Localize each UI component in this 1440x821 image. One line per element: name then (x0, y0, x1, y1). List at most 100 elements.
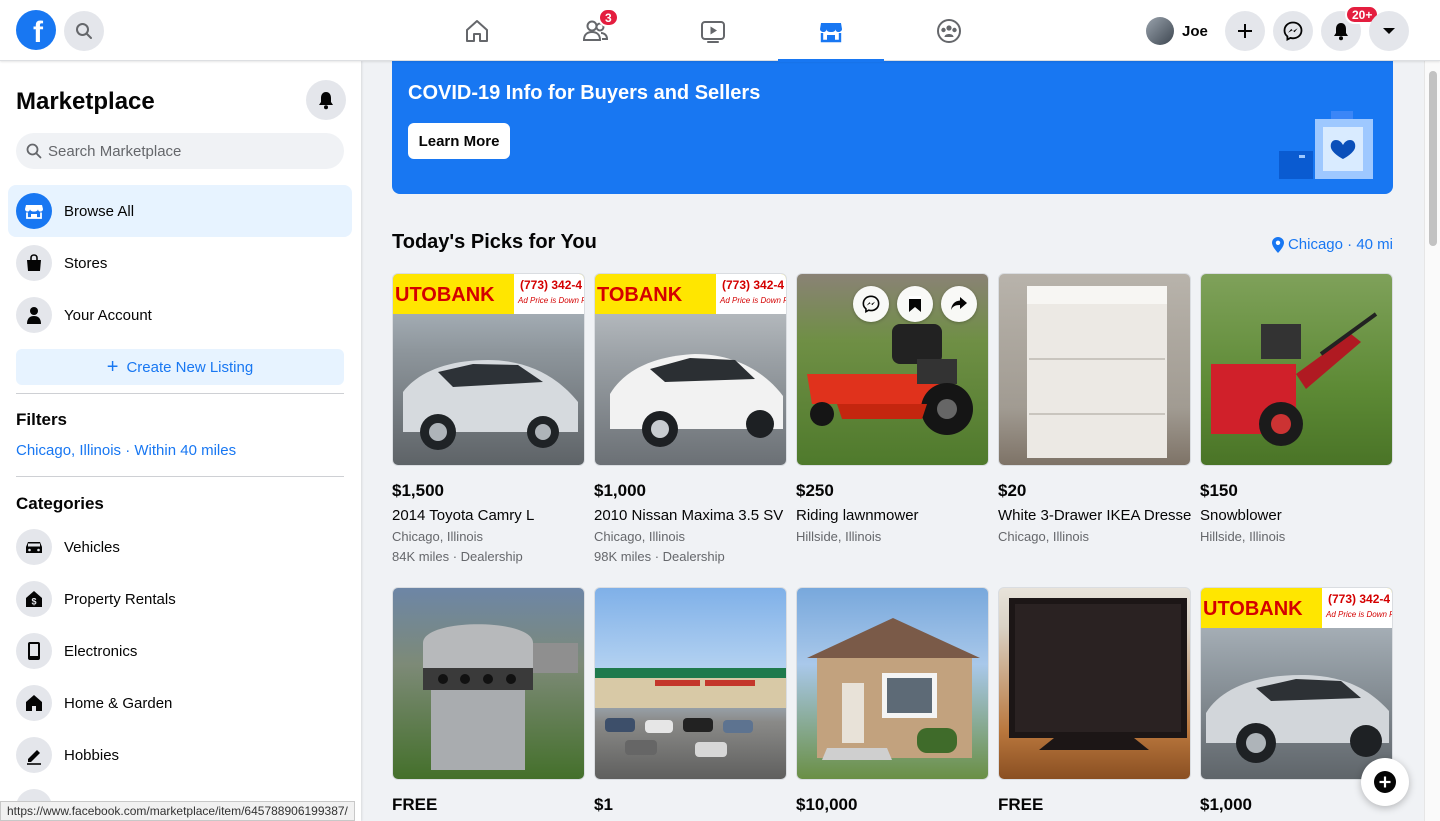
location-radius-link[interactable]: Chicago · 40 mi (1271, 236, 1393, 253)
search-button[interactable] (64, 11, 104, 51)
share-icon (951, 297, 967, 310)
account-menu-button[interactable] (1369, 11, 1409, 51)
listing-card[interactable]: TOBANK (773) 342-4Ad Price is Down Payme… (594, 273, 787, 564)
marketplace-notifications-button[interactable] (306, 80, 346, 120)
category-electronics[interactable]: Electronics (8, 625, 352, 677)
listing-price: $1,000 (594, 481, 646, 500)
person-icon (16, 297, 52, 333)
listing-card[interactable]: $250 Riding lawnmower Hillside, Illinois (796, 273, 989, 544)
share-listing-button[interactable] (941, 286, 977, 322)
listing-card[interactable]: $1 (594, 587, 787, 815)
autobank-banner: TOBANK (773) 342-4Ad Price is Down Payme… (595, 274, 786, 314)
listing-card[interactable]: UTOBANK (773) 342-4Ad Price is Down Paym… (392, 273, 585, 564)
listing-photo-snowblower (1200, 273, 1393, 466)
listing-card[interactable]: FREE (392, 587, 585, 815)
home-icon (16, 685, 52, 721)
listing-price: FREE (998, 795, 1044, 814)
todays-picks-title: Today's Picks for You (392, 231, 597, 253)
sidebar-item-your-account[interactable]: Your Account (8, 289, 352, 341)
shipping-heart-illustration (1279, 111, 1373, 179)
plus-icon: + (106, 356, 119, 378)
send-in-messenger-button[interactable] (853, 286, 889, 322)
sidebar-item-browse-all[interactable]: Browse All (8, 185, 352, 237)
listing-location: Hillside, Illinois (796, 529, 882, 544)
listing-price: $20 (998, 481, 1027, 500)
tab-friends[interactable]: 3 (542, 0, 648, 61)
categories-heading: Categories (16, 494, 104, 513)
scrollbar-thumb[interactable] (1429, 71, 1437, 246)
search-icon (76, 23, 92, 39)
phone-icon (16, 633, 52, 669)
listing-title: Snowblower (1200, 507, 1282, 524)
listing-card[interactable]: $150 Snowblower Hillside, Illinois (1200, 273, 1393, 544)
sidebar-item-stores[interactable]: Stores (8, 237, 352, 289)
listing-photo-grill (392, 587, 585, 780)
listing-photo-shopping-plaza (594, 587, 787, 780)
home-icon (466, 19, 488, 42)
create-new-listing-button[interactable]: + Create New Listing (16, 349, 344, 385)
listing-photo-silver-lexus: UTOBANK (773) 342-4Ad Price is Down Paym… (1200, 587, 1393, 780)
autobank-banner: UTOBANK (773) 342-4Ad Price is Down Paym… (1201, 588, 1392, 628)
listing-card[interactable]: $10,000 (796, 587, 989, 815)
filters-heading: Filters (16, 410, 68, 429)
bookmark-icon (909, 296, 921, 312)
category-home-garden[interactable]: Home & Garden (8, 677, 352, 729)
listing-price: $10,000 (796, 795, 858, 814)
profile-name: Joe (1182, 22, 1208, 40)
plus-circle-icon (1374, 771, 1396, 793)
category-hobbies[interactable]: Hobbies (8, 729, 352, 781)
caret-down-icon (1383, 28, 1395, 34)
location-filter-link[interactable]: Chicago, Illinois · Within 40 miles (16, 442, 236, 459)
listing-meta: 84K miles · Dealership (392, 549, 523, 564)
listing-location: Chicago, Illinois (594, 529, 686, 544)
marketplace-sidebar: Marketplace Browse All Stores Your Accou… (0, 61, 361, 821)
listing-photo-lawnmower (796, 273, 989, 466)
search-icon (26, 143, 42, 159)
save-listing-button[interactable] (897, 286, 933, 322)
avatar (1146, 17, 1174, 45)
listing-price: $1,000 (1200, 795, 1252, 814)
divider (16, 393, 344, 394)
listing-meta: 98K miles · Dealership (594, 549, 725, 564)
marketplace-icon (820, 22, 842, 42)
tab-marketplace[interactable] (778, 0, 884, 62)
create-button[interactable] (1225, 11, 1265, 51)
messenger-button[interactable] (1273, 11, 1313, 51)
listing-price: $150 (1200, 481, 1238, 500)
status-bar-url: https://www.facebook.com/marketplace/ite… (0, 801, 355, 821)
location-pin-icon (1271, 236, 1284, 253)
autobank-banner: UTOBANK (773) 342-4Ad Price is Down Paym… (393, 274, 584, 314)
listing-card[interactable]: $20 White 3-Drawer IKEA Dresser Chicago,… (998, 273, 1191, 544)
tab-groups[interactable] (896, 0, 1002, 61)
listing-card[interactable]: FREE (998, 587, 1191, 815)
listing-photo-house (796, 587, 989, 780)
notifications-button[interactable]: 20+ (1321, 5, 1380, 51)
listing-photo-dresser (998, 273, 1191, 466)
page-scrollbar[interactable] (1424, 61, 1440, 821)
search-input[interactable] (48, 142, 318, 160)
sidebar-title: Marketplace (16, 88, 155, 115)
messenger-icon (862, 295, 880, 313)
listing-photo-tv (998, 587, 1191, 780)
listing-title: 2014 Toyota Camry L (392, 507, 535, 524)
plus-icon (1238, 24, 1252, 38)
category-property-rentals[interactable]: $ Property Rentals (8, 573, 352, 625)
facebook-logo[interactable]: f (16, 10, 56, 50)
messenger-icon (1283, 21, 1303, 41)
listing-title: 2010 Nissan Maxima 3.5 SV (594, 507, 784, 524)
profile-button[interactable]: Joe (1142, 13, 1216, 49)
marketplace-search[interactable] (16, 133, 344, 169)
listing-price: FREE (392, 795, 438, 814)
groups-icon (937, 18, 961, 43)
learn-more-button[interactable]: Learn More (408, 123, 510, 159)
new-message-button[interactable] (1361, 758, 1409, 806)
banner-title: COVID-19 Info for Buyers and Sellers (408, 82, 761, 104)
tab-home[interactable] (424, 0, 530, 61)
category-vehicles[interactable]: Vehicles (8, 521, 352, 573)
covid-info-banner: COVID-19 Info for Buyers and Sellers Lea… (392, 61, 1393, 194)
listing-price: $1,500 (392, 481, 444, 500)
tab-watch[interactable] (660, 0, 766, 61)
car-icon (16, 529, 52, 565)
divider (16, 476, 344, 477)
listing-location: Chicago, Illinois (392, 529, 484, 544)
